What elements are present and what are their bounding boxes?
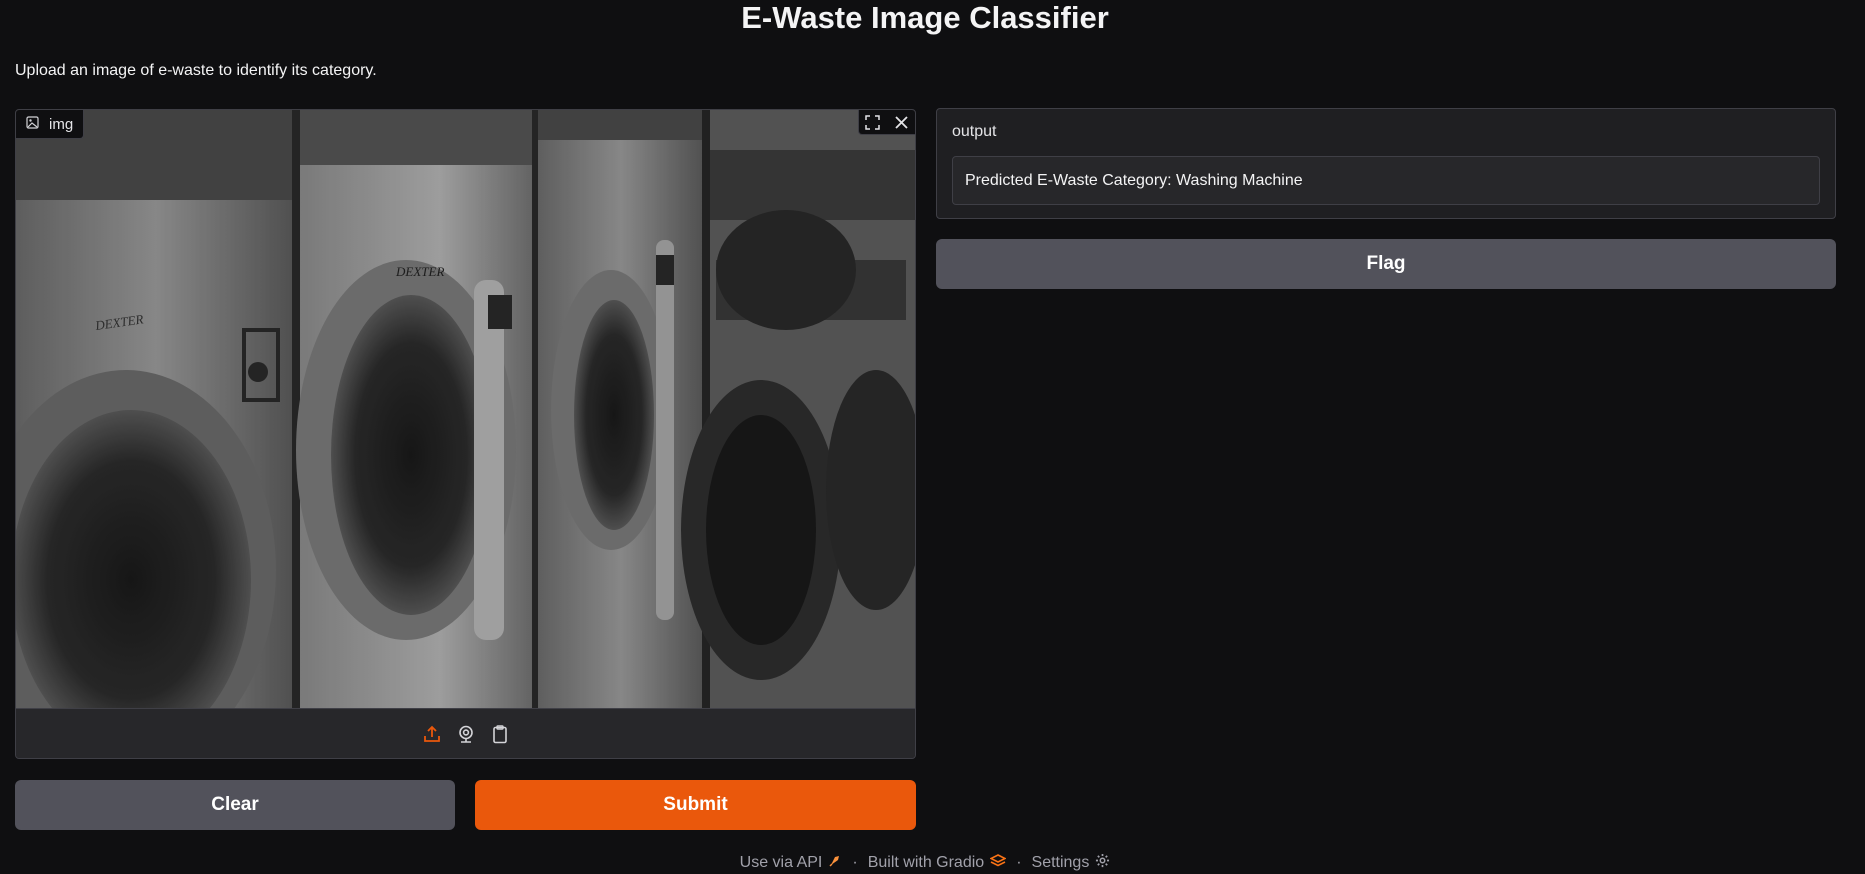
output-label: output (952, 123, 997, 140)
use-via-api-link[interactable]: Use via API (740, 854, 843, 873)
image-icon (26, 115, 39, 133)
output-textbox[interactable]: Predicted E-Waste Category: Washing Mach… (952, 156, 1820, 205)
flag-button[interactable]: Flag (936, 239, 1836, 289)
gear-icon (1095, 853, 1110, 873)
footer-separator-2: · (1016, 854, 1022, 871)
image-source-bar (16, 708, 915, 758)
image-toolbar (858, 110, 915, 135)
output-panel: output Predicted E-Waste Category: Washi… (936, 108, 1836, 219)
built-with-gradio-label: Built with Gradio (867, 854, 985, 871)
settings-link[interactable]: Settings (1032, 853, 1111, 873)
page-description: Upload an image of e-waste to identify i… (15, 62, 377, 79)
fullscreen-icon[interactable] (859, 110, 886, 134)
clear-button[interactable]: Clear (15, 780, 455, 830)
image-label: img (49, 115, 74, 133)
upload-icon[interactable] (421, 723, 443, 745)
clipboard-icon[interactable] (489, 723, 511, 745)
image-label-badge: img (16, 110, 85, 139)
use-via-api-label: Use via API (739, 854, 823, 871)
page-title: E-Waste Image Classifier (741, 0, 1109, 35)
webcam-icon[interactable] (455, 723, 477, 745)
submit-button[interactable]: Submit (475, 780, 916, 830)
footer-separator: · (852, 854, 858, 871)
built-with-gradio-link[interactable]: Built with Gradio (867, 853, 1007, 873)
image-input-panel[interactable]: DEXTER DEXTER img (15, 109, 916, 759)
gradio-logo-icon (989, 853, 1007, 873)
uploaded-image: DEXTER DEXTER (16, 110, 915, 708)
footer: Use via API · Built with Gradio · Settin… (0, 852, 1850, 874)
close-icon[interactable] (888, 110, 915, 134)
settings-label: Settings (1031, 854, 1090, 871)
rocket-icon (828, 854, 842, 873)
washing-machines-photo: DEXTER DEXTER (16, 110, 915, 708)
